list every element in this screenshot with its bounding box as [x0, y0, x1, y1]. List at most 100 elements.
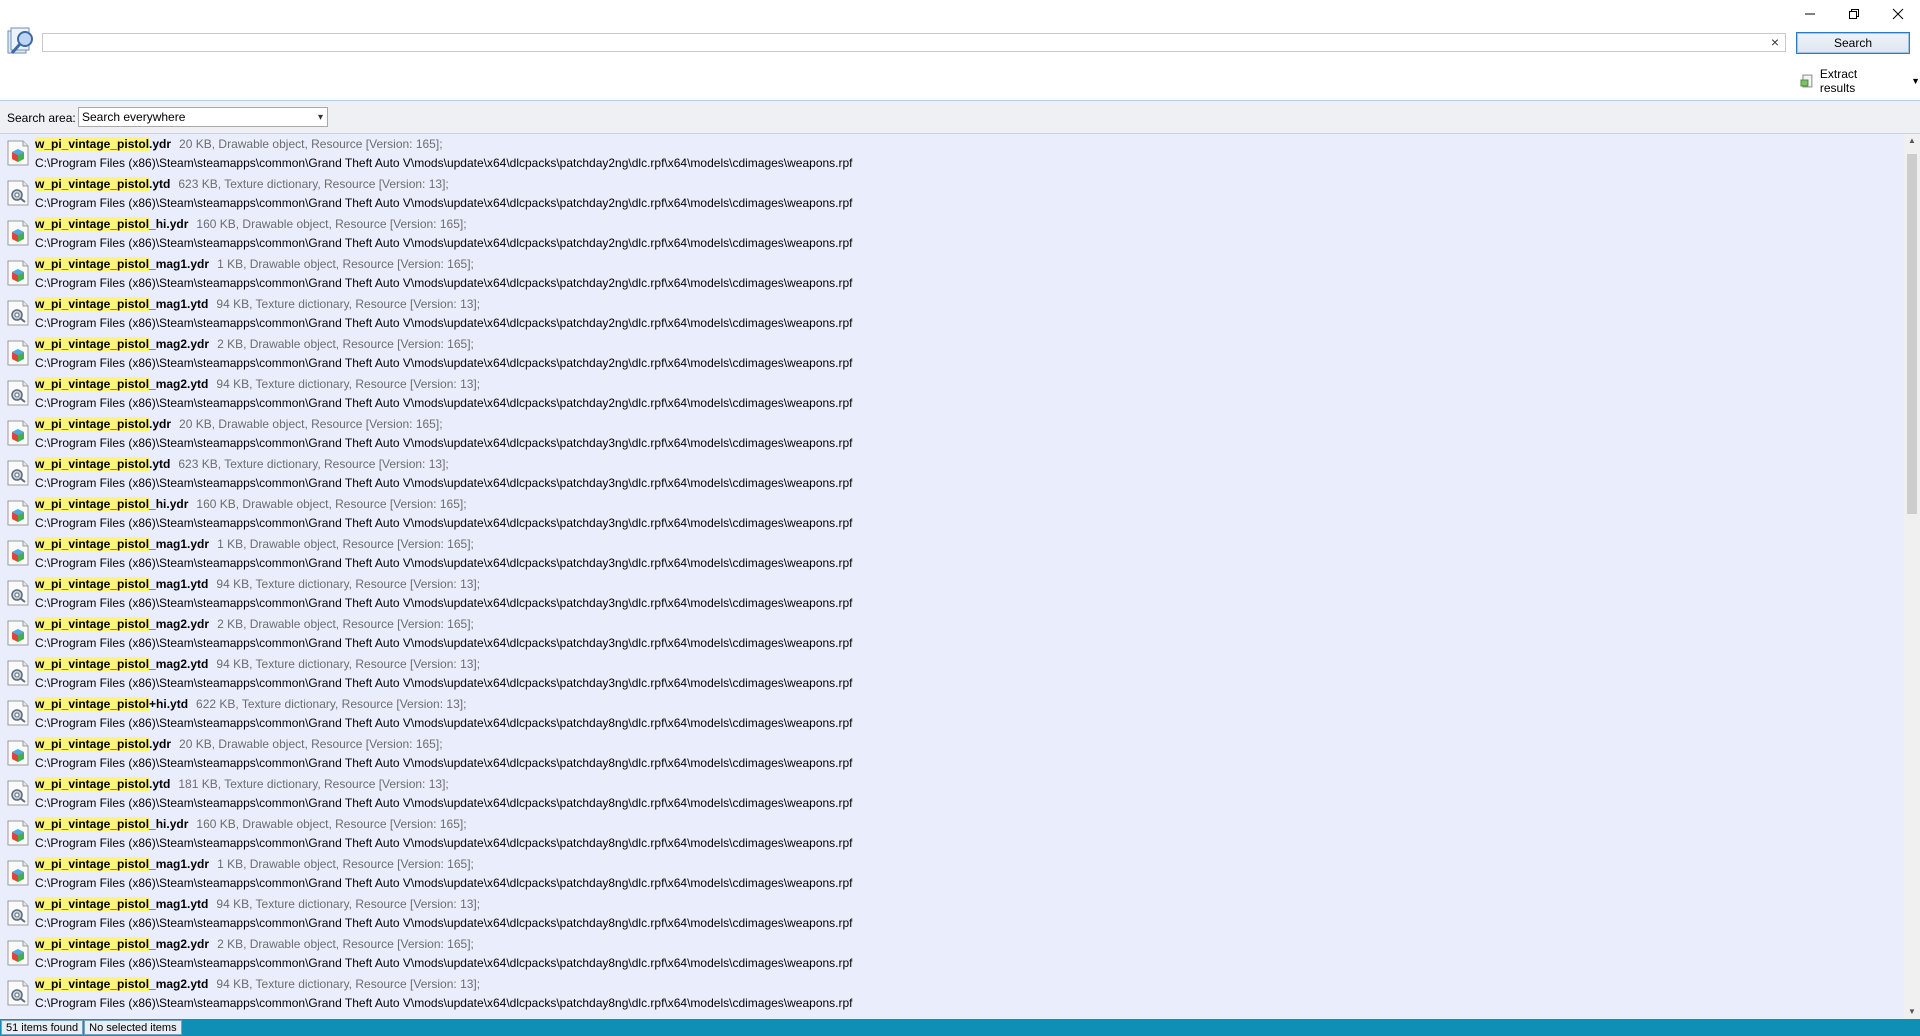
drawable-file-icon	[6, 220, 30, 246]
texture-dictionary-icon	[6, 700, 30, 726]
scrollbar-thumb[interactable]	[1907, 154, 1917, 514]
window-caption-buttons	[1788, 0, 1920, 28]
filename-suffix: +hi.ytd	[149, 697, 189, 711]
result-path: C:\Program Files (x86)\Steam\steamapps\c…	[35, 796, 853, 810]
minimize-button[interactable]	[1788, 0, 1832, 28]
drawable-file-icon	[6, 140, 30, 166]
result-metadata: 20 KB, Drawable object, Resource [Versio…	[179, 137, 443, 151]
result-row[interactable]: w_pi_vintage_pistol_mag2.ydr 2 KB, Drawab…	[0, 334, 1904, 374]
result-row[interactable]: w_pi_vintage_pistol_mag1.ytd 94 KB, Textu…	[0, 574, 1904, 614]
result-row[interactable]: w_pi_vintage_pistol.ydr 20 KB, Drawable o…	[0, 734, 1904, 774]
result-row[interactable]: w_pi_vintage_pistol_hi.ydr 160 KB, Drawab…	[0, 494, 1904, 534]
search-match-highlight: w_pi_vintage_pistol	[35, 777, 150, 791]
result-row[interactable]: w_pi_vintage_pistol_mag2.ytd 94 KB, Textu…	[0, 974, 1904, 1014]
extract-results-button[interactable]: Extract results ▼	[1800, 67, 1920, 95]
result-filename: w_pi_vintage_pistol.ydr	[35, 417, 171, 431]
result-path: C:\Program Files (x86)\Steam\steamapps\c…	[35, 436, 853, 450]
result-row[interactable]: w_pi_vintage_pistol_mag1.ytd 94 KB, Textu…	[0, 294, 1904, 334]
search-match-highlight: w_pi_vintage_pistol	[35, 377, 150, 391]
search-match-highlight: w_pi_vintage_pistol	[35, 177, 150, 191]
extract-dropdown-arrow-icon[interactable]: ▼	[1911, 76, 1920, 86]
filename-suffix: _mag1.ytd	[149, 577, 209, 591]
result-title-line: w_pi_vintage_pistol_mag1.ytd 94 KB, Textu…	[35, 297, 480, 311]
result-filename: w_pi_vintage_pistol.ytd	[35, 457, 170, 471]
result-row[interactable]: w_pi_vintage_pistol.ydr 20 KB, Drawable o…	[0, 134, 1904, 174]
scroll-down-arrow-icon[interactable]: ▼	[1904, 1005, 1920, 1019]
filename-suffix: _mag1.ydr	[149, 257, 210, 271]
results-list[interactable]: w_pi_vintage_pistol.ydr 20 KB, Drawable o…	[0, 134, 1904, 1019]
result-metadata: 94 KB, Texture dictionary, Resource [Ver…	[216, 897, 481, 911]
result-path: C:\Program Files (x86)\Steam\steamapps\c…	[35, 156, 853, 170]
result-metadata: 94 KB, Texture dictionary, Resource [Ver…	[216, 657, 481, 671]
extract-icon	[1800, 74, 1813, 88]
result-filename: w_pi_vintage_pistol_mag1.ydr	[35, 857, 209, 871]
close-button[interactable]	[1876, 0, 1920, 28]
search-match-highlight: w_pi_vintage_pistol	[35, 657, 150, 671]
search-button[interactable]: Search	[1796, 32, 1910, 54]
filename-suffix: .ytd	[149, 457, 171, 471]
minimize-icon	[1805, 13, 1815, 15]
result-row[interactable]: w_pi_vintage_pistol_mag1.ydr 1 KB, Drawab…	[0, 534, 1904, 574]
search-match-highlight: w_pi_vintage_pistol	[35, 497, 150, 511]
result-row[interactable]: w_pi_vintage_pistol.ytd 623 KB, Texture d…	[0, 174, 1904, 214]
result-row[interactable]: w_pi_vintage_pistol.ytd 623 KB, Texture d…	[0, 454, 1904, 494]
result-path: C:\Program Files (x86)\Steam\steamapps\c…	[35, 756, 853, 770]
result-filename: w_pi_vintage_pistol_mag1.ytd	[35, 577, 208, 591]
selected-items-status: No selected items	[84, 1020, 182, 1035]
result-row[interactable]: w_pi_vintage_pistol_mag2.ytd 94 KB, Textu…	[0, 374, 1904, 414]
result-filename: w_pi_vintage_pistol.ytd	[35, 777, 170, 791]
search-area-select[interactable]: Search everywhere ▾	[78, 107, 328, 127]
search-match-highlight: w_pi_vintage_pistol	[35, 417, 150, 431]
result-title-line: w_pi_vintage_pistol+hi.ytd 622 KB, Textur…	[35, 697, 466, 711]
result-path: C:\Program Files (x86)\Steam\steamapps\c…	[35, 396, 853, 410]
search-match-highlight: w_pi_vintage_pistol	[35, 897, 150, 911]
extract-results-label: Extract results	[1819, 67, 1858, 95]
drawable-file-icon	[6, 420, 30, 446]
filename-suffix: _hi.ydr	[149, 217, 189, 231]
result-row[interactable]: w_pi_vintage_pistol.ydr 20 KB, Drawable o…	[0, 414, 1904, 454]
result-path: C:\Program Files (x86)\Steam\steamapps\c…	[35, 596, 853, 610]
result-row[interactable]: w_pi_vintage_pistol_mag2.ytd 94 KB, Textu…	[0, 654, 1904, 694]
result-row[interactable]: w_pi_vintage_pistol_mag1.ydr 1 KB, Drawab…	[0, 254, 1904, 294]
result-row[interactable]: w_pi_vintage_pistol_mag1.ytd 94 KB, Textu…	[0, 894, 1904, 934]
result-metadata: 1 KB, Drawable object, Resource [Version…	[217, 257, 474, 271]
result-row[interactable]: w_pi_vintage_pistol.ytd 181 KB, Texture d…	[0, 774, 1904, 814]
texture-dictionary-icon	[6, 900, 30, 926]
scroll-up-arrow-icon[interactable]: ▲	[1904, 134, 1920, 148]
search-match-highlight: w_pi_vintage_pistol	[35, 297, 150, 311]
search-input-container: ×	[42, 33, 1786, 52]
result-path: C:\Program Files (x86)\Steam\steamapps\c…	[35, 196, 853, 210]
filename-suffix: _hi.ydr	[149, 497, 189, 511]
result-filename: w_pi_vintage_pistol_mag1.ydr	[35, 537, 209, 551]
result-filename: w_pi_vintage_pistol_mag2.ydr	[35, 617, 209, 631]
filename-suffix: _mag1.ydr	[149, 857, 210, 871]
result-row[interactable]: w_pi_vintage_pistol_hi.ydr 160 KB, Drawab…	[0, 814, 1904, 854]
result-filename: w_pi_vintage_pistol_mag2.ydr	[35, 937, 209, 951]
result-title-line: w_pi_vintage_pistol.ytd 181 KB, Texture d…	[35, 777, 449, 791]
result-path: C:\Program Files (x86)\Steam\steamapps\c…	[35, 476, 853, 490]
result-filename: w_pi_vintage_pistol_hi.ydr	[35, 217, 188, 231]
restore-button[interactable]	[1832, 0, 1876, 28]
drawable-file-icon	[6, 860, 30, 886]
result-filename: w_pi_vintage_pistol_hi.ydr	[35, 817, 188, 831]
filename-suffix: _mag2.ydr	[149, 617, 210, 631]
result-metadata: 623 KB, Texture dictionary, Resource [Ve…	[178, 457, 449, 471]
result-title-line: w_pi_vintage_pistol_mag2.ydr 2 KB, Drawab…	[35, 617, 474, 631]
result-row[interactable]: w_pi_vintage_pistol_hi.ydr 160 KB, Drawab…	[0, 214, 1904, 254]
result-row[interactable]: w_pi_vintage_pistol+hi.ytd 622 KB, Textur…	[0, 694, 1904, 734]
result-metadata: 1 KB, Drawable object, Resource [Version…	[217, 857, 474, 871]
result-path: C:\Program Files (x86)\Steam\steamapps\c…	[35, 356, 853, 370]
clear-search-icon[interactable]: ×	[1771, 35, 1779, 50]
search-input[interactable]	[43, 35, 1761, 51]
result-row[interactable]: w_pi_vintage_pistol_mag1.ydr 1 KB, Drawab…	[0, 854, 1904, 894]
result-title-line: w_pi_vintage_pistol_mag2.ytd 94 KB, Textu…	[35, 977, 480, 991]
result-row[interactable]: w_pi_vintage_pistol_mag2.ydr 2 KB, Drawab…	[0, 614, 1904, 654]
result-metadata: 94 KB, Texture dictionary, Resource [Ver…	[216, 977, 481, 991]
result-title-line: w_pi_vintage_pistol_mag2.ytd 94 KB, Textu…	[35, 657, 480, 671]
drawable-file-icon	[6, 740, 30, 766]
search-match-highlight: w_pi_vintage_pistol	[35, 537, 150, 551]
result-row[interactable]: w_pi_vintage_pistol_mag2.ydr 2 KB, Drawab…	[0, 934, 1904, 974]
drawable-file-icon	[6, 340, 30, 366]
results-scrollbar[interactable]: ▲ ▼	[1904, 134, 1920, 1019]
filename-suffix: _mag2.ydr	[149, 937, 210, 951]
